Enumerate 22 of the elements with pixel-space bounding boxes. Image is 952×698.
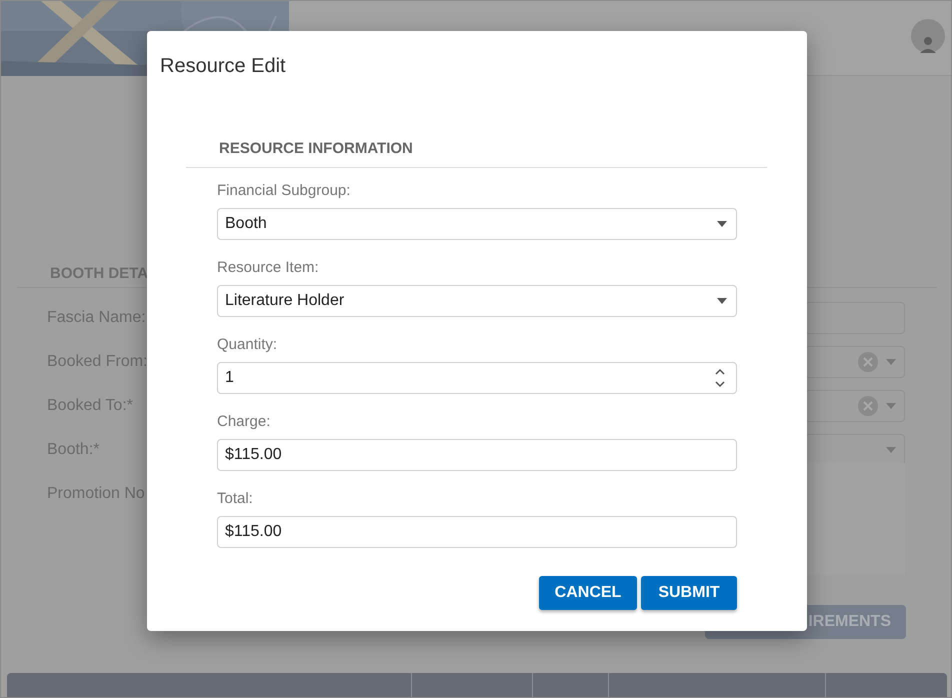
text-field[interactable]: $115.00 [217, 516, 737, 548]
field-label: Total: [217, 489, 253, 509]
caret-icon [717, 298, 727, 304]
spinner-icon[interactable] [715, 368, 725, 388]
caret-icon [886, 447, 896, 453]
dialog-title: Resource Edit [160, 54, 286, 79]
field-label: Charge: [217, 412, 270, 432]
dropdown-field[interactable]: Literature Holder [217, 285, 737, 317]
caret-icon [717, 221, 727, 227]
text-field[interactable]: $115.00 [217, 439, 737, 471]
field-label: Quantity: [217, 335, 278, 355]
field-label: Financial Subgroup: [217, 181, 350, 201]
clear-icon[interactable] [858, 352, 878, 372]
dropdown-field[interactable]: Booth [217, 208, 737, 240]
caret-icon [886, 359, 896, 365]
submit-button[interactable]: SUBMIT [641, 576, 737, 610]
cancel-button[interactable]: CANCEL [539, 576, 637, 610]
clear-icon[interactable] [858, 396, 878, 416]
section-title: RESOURCE INFORMATION [219, 140, 413, 157]
field-label: Resource Item: [217, 258, 319, 278]
number-field[interactable]: 1 [217, 362, 737, 394]
caret-icon [886, 403, 896, 409]
